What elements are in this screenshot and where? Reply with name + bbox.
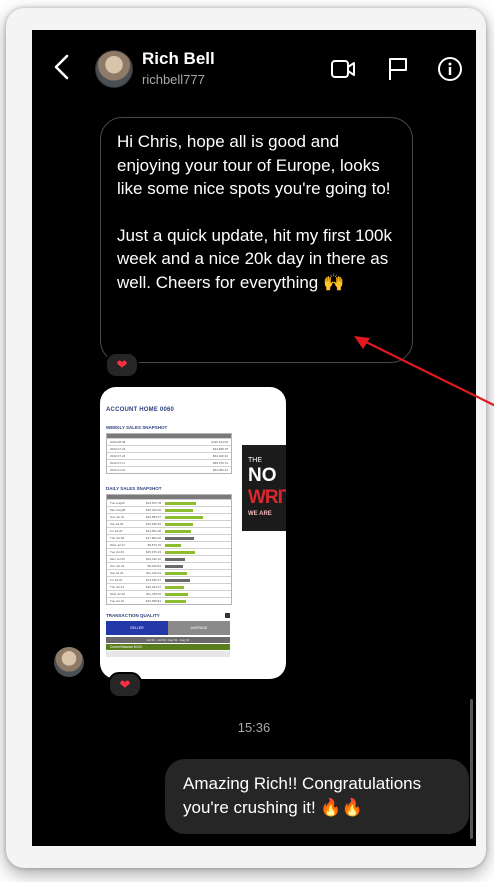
promo-line: THE — [248, 457, 262, 464]
table-row: 2022-07-31 $34,838.78 — [107, 445, 231, 452]
outgoing-message[interactable]: Amazing Rich!! Congratulations you're cr… — [165, 759, 469, 834]
incoming-message-text-1: Hi Chris, hope all is good and enjoying … — [117, 132, 391, 198]
quality-toggle: SELLER AVERAGE — [106, 621, 230, 635]
contact-name[interactable]: Rich Bell — [142, 49, 215, 69]
table-row: 2022-07-24 $62,400.32 — [107, 452, 231, 459]
sales-bar — [165, 585, 184, 589]
table-row: Tue Jul 19 $10,998.81 — [107, 597, 231, 604]
average-tab: AVERAGE — [168, 621, 230, 635]
table-row: Mon Jul 25 $10,432.10 — [107, 555, 231, 562]
table-row: Sat Jul 23 $11,010.34 — [107, 569, 231, 576]
back-icon[interactable] — [50, 52, 74, 82]
sales-bar — [165, 501, 196, 505]
table-row: Sat Jul 30 $16,645.20 — [107, 520, 231, 527]
flag-icon[interactable] — [385, 56, 411, 82]
promo-line: NO — [248, 465, 277, 486]
table-row: 2022-07-17 $69,570.74 — [107, 459, 231, 466]
heart-reaction-icon[interactable]: ❤ — [108, 672, 142, 698]
help-icon — [225, 613, 230, 618]
table-row: Tue Jul 26 $15,076.19 — [107, 548, 231, 555]
image-attachment[interactable]: ACCOUNT HOME 0060 WEEKLY SALES SNAPSHOT … — [100, 387, 286, 679]
quality-heading: TRANSACTION QUALITY — [106, 613, 230, 618]
current-balance: Current Balance $0.00 — [106, 644, 230, 650]
table-row: Thu Jul 28 $17,800.40 — [107, 534, 231, 541]
sales-bar — [165, 550, 195, 554]
info-icon[interactable] — [437, 56, 463, 82]
sales-bar — [165, 508, 193, 512]
sales-bar — [165, 536, 194, 540]
table-row: 2022-07-10 $43,003.42 — [107, 466, 231, 473]
scrollbar[interactable] — [470, 699, 473, 839]
sales-bar — [165, 522, 193, 526]
seller-tab: SELLER — [106, 621, 168, 635]
promo-line: WRIT — [248, 487, 286, 508]
sales-bar — [165, 599, 186, 603]
sales-bar — [165, 592, 188, 596]
sales-bar — [165, 543, 181, 547]
dashboard-title: ACCOUNT HOME 0060 — [106, 407, 175, 413]
incoming-message[interactable]: Hi Chris, hope all is good and enjoying … — [100, 117, 413, 363]
weekly-table: 2022-08-08 $116,614.00 2022-07-31 $34,838.… — [106, 433, 232, 474]
sales-bar — [165, 515, 203, 519]
promo-banner: THE NO WRIT WE ARE — [242, 445, 286, 531]
sales-bar — [165, 529, 191, 533]
sales-bar — [165, 564, 183, 568]
promo-line: WE ARE — [248, 511, 272, 517]
table-row: Tue Aug09 $19,872.78 — [107, 499, 231, 506]
incoming-message-text-2: Just a quick update, hit my first 100k w… — [117, 225, 392, 292]
table-row: Sun Jul 24 $9,026.84 — [107, 562, 231, 569]
avatar[interactable] — [95, 50, 133, 88]
sales-bar — [165, 557, 185, 561]
daily-table: Tue Aug09 $19,872.78 Mon Aug08 $15,432.56 Su… — [106, 494, 232, 605]
table-row: Fri Jul 29 $14,651.38 — [107, 527, 231, 534]
heart-reaction-icon[interactable]: ❤ — [105, 352, 139, 378]
sender-avatar[interactable] — [54, 647, 84, 677]
chat-header: Rich Bell richbell777 — [32, 30, 476, 110]
balance-row — [106, 651, 230, 657]
message-timestamp: 15:36 — [237, 720, 271, 735]
table-row: Fri Jul 22 $13,290.47 — [107, 576, 231, 583]
table-row: 2022-08-08 $116,614.00 — [107, 438, 231, 445]
table-row: Mon Aug08 $15,432.56 — [107, 506, 231, 513]
table-row: Sun Jul 31 $26,893.37 — [107, 513, 231, 520]
table-row: Wed Jul 27 $9,873.15 — [107, 541, 231, 548]
daily-heading: DAILY SALES SNAPSHOT — [106, 486, 162, 491]
video-call-icon[interactable] — [330, 56, 356, 82]
table-row: Wed Jul 20 $11,780.45 — [107, 590, 231, 597]
sales-bar — [165, 571, 187, 575]
table-row: Thu Jul 21 $10,024.37 — [107, 583, 231, 590]
date-range: Jul 31 - Jul 31 | Aug 01 - Aug 01 — [106, 637, 230, 643]
weekly-heading: WEEKLY SALES SNAPSHOT — [106, 425, 168, 430]
annotation-arrow-icon — [354, 336, 494, 407]
sales-dashboard-screenshot: ACCOUNT HOME 0060 WEEKLY SALES SNAPSHOT … — [106, 407, 238, 657]
contact-handle[interactable]: richbell777 — [142, 72, 205, 87]
screenshot-frame: Rich Bell richbell777 Hi Chris, hope all… — [6, 8, 494, 868]
sales-bar — [165, 578, 190, 582]
